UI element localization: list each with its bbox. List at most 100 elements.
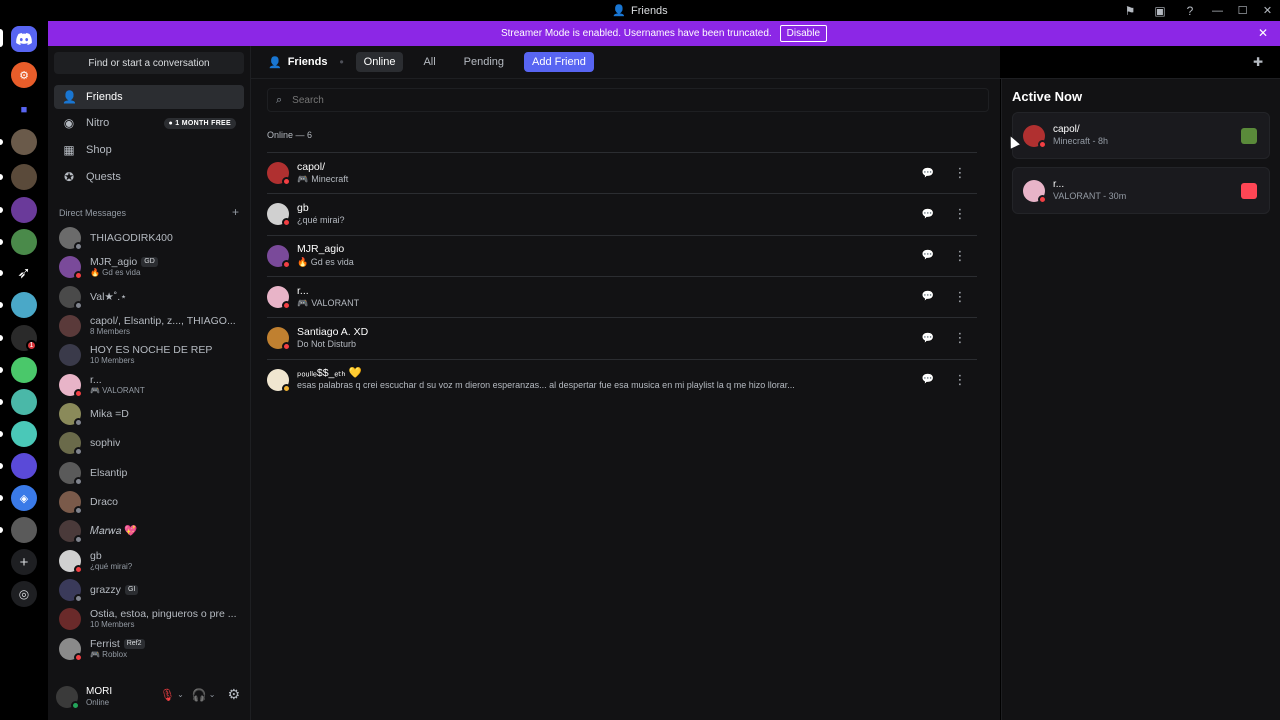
dm-subtitle: 10 Members: [90, 356, 135, 366]
more-options-icon[interactable]: ⋮: [953, 372, 967, 387]
dm-item[interactable]: capol/, Elsantip, z..., THIAGO... 8 Membe…: [54, 313, 244, 339]
server-icon[interactable]: [11, 292, 37, 318]
dm-name: Val★˚.⋆: [90, 290, 127, 303]
maximize-button[interactable]: ☐: [1230, 0, 1255, 21]
server-icon[interactable]: [11, 453, 37, 479]
status-indicator: [74, 301, 83, 310]
dm-item[interactable]: Draco: [54, 489, 244, 515]
server-icon[interactable]: [11, 421, 37, 447]
server-icon[interactable]: [11, 389, 37, 415]
active-now-card[interactable]: r... VALORANT - 30m: [1012, 167, 1270, 214]
help-icon[interactable]: ?: [1175, 0, 1205, 21]
dm-subtitle: ¿qué mirai?: [90, 562, 133, 572]
avatar: [267, 203, 291, 228]
friend-row[interactable]: ₚₒᵤₗₗₑ$$_ₑₜₕ 💛 esas palabras q crei escuc…: [267, 358, 977, 400]
friend-row[interactable]: r... 🎮 VALORANT 💬 ⋮: [267, 275, 977, 317]
disable-button[interactable]: Disable: [779, 25, 828, 42]
friend-row[interactable]: MJR_agio 🔥 Gd es vida 💬 ⋮: [267, 234, 977, 276]
discord-home-icon[interactable]: [11, 26, 37, 52]
clan-tag: Ref2: [123, 639, 145, 650]
more-options-icon[interactable]: ⋮: [953, 248, 967, 263]
dm-name: capol/, Elsantip, z..., THIAGO...: [90, 315, 236, 328]
nav-quests[interactable]: ✪ Quests: [54, 165, 244, 189]
dm-item[interactable]: Ferrist Ref2 🎮 Roblox: [54, 636, 244, 662]
more-options-icon[interactable]: ⋮: [953, 289, 967, 304]
dm-subtitle: 🎮 Roblox: [90, 650, 128, 660]
add-friend-button[interactable]: Add Friend: [524, 52, 594, 72]
dm-item[interactable]: Ostia, estoa, pingueros o pre ... 10 Memb…: [54, 606, 244, 632]
server-icon[interactable]: [11, 517, 37, 543]
headphones-muted-icon: 🎧: [191, 687, 207, 702]
friends-main: 👤 Friends • Online All Pending Add Frien…: [250, 46, 1280, 720]
dm-item[interactable]: r... 🎮 VALORANT: [54, 372, 244, 398]
avatar: [1023, 179, 1047, 204]
friend-row[interactable]: capol/🎮 Minecraft 💬 ⋮: [267, 152, 977, 193]
server-icon[interactable]: [11, 357, 37, 383]
tab-all[interactable]: All: [415, 52, 443, 72]
dm-item[interactable]: THIAGODIRK400: [54, 225, 244, 251]
game-icon: [1241, 183, 1257, 199]
message-icon[interactable]: 💬: [921, 166, 935, 180]
message-icon[interactable]: 💬: [921, 207, 935, 221]
stream-icon[interactable]: ▣: [1145, 0, 1175, 21]
nav-shop[interactable]: ▦ Shop: [54, 138, 244, 162]
more-options-icon[interactable]: ⋮: [953, 165, 967, 180]
avatar[interactable]: [56, 686, 80, 710]
nav-nitro[interactable]: ◉ Nitro ● 1 MONTH FREE: [54, 111, 244, 135]
server-icon[interactable]: ⚙: [11, 62, 37, 88]
dm-item[interactable]: grazzy GI: [54, 577, 244, 603]
message-icon[interactable]: 💬: [921, 290, 935, 304]
dm-item[interactable]: gb ¿qué mirai?: [54, 548, 244, 574]
active-now-card[interactable]: capol/Minecraft - 8h: [1012, 112, 1270, 159]
server-icon[interactable]: [11, 229, 37, 255]
message-icon[interactable]: 💬: [921, 249, 935, 263]
dm-item[interactable]: MJR_agio GD 🔥 Gd es vida: [54, 254, 244, 280]
status-indicator: [282, 259, 291, 269]
deafen-button[interactable]: 🎧 ⌄: [192, 688, 216, 702]
username: MORI: [86, 686, 113, 698]
clan-tag: GD: [141, 257, 158, 268]
more-options-icon[interactable]: ⋮: [953, 330, 967, 345]
create-dm-icon[interactable]: +: [232, 205, 239, 219]
tab-online[interactable]: Online: [355, 52, 404, 72]
find-conversation-input[interactable]: Find or start a conversation: [54, 52, 244, 74]
settings-gear-icon[interactable]: ⚙: [227, 686, 240, 703]
flag-icon[interactable]: ⚑: [1115, 0, 1145, 21]
discover-icon[interactable]: ◎: [11, 581, 37, 607]
tab-pending[interactable]: Pending: [456, 52, 512, 72]
active-name: capol/: [1053, 124, 1080, 136]
active-activity: VALORANT - 30m: [1053, 191, 1127, 202]
message-icon[interactable]: 💬: [921, 331, 935, 345]
dm-name: Mika =D: [90, 407, 129, 420]
mute-button[interactable]: 🎙 ⌄: [160, 688, 184, 702]
server-icon[interactable]: [11, 197, 37, 223]
friend-row[interactable]: Santiago A. XD Do Not Disturb 💬 ⋮: [267, 317, 977, 358]
close-icon[interactable]: ✕: [1258, 26, 1268, 40]
friend-row[interactable]: gb ¿qué mirai? 💬 ⋮: [267, 193, 977, 234]
active-name: r...: [1053, 179, 1065, 191]
dm-item[interactable]: HOY ES NOCHE DE REP 10 Members: [54, 342, 244, 368]
minimize-button[interactable]: —: [1205, 0, 1230, 21]
server-icon[interactable]: ■: [11, 97, 37, 123]
active-now-panel: Active Now capol/Minecraft - 8h r... VALOR…: [1001, 79, 1280, 720]
add-server-icon[interactable]: +: [11, 549, 37, 575]
dm-item[interactable]: Mika =D: [54, 401, 244, 427]
rocket-icon[interactable]: ➶: [11, 260, 37, 286]
dm-name: THIAGODIRK400: [90, 231, 173, 244]
avatar: [267, 285, 291, 310]
server-icon[interactable]: [11, 164, 37, 190]
roblox-server-icon[interactable]: ◈: [11, 485, 37, 511]
search-input[interactable]: [292, 94, 893, 106]
search-icon: ⌕: [276, 93, 283, 106]
dm-item[interactable]: 𝑀𝑎𝑟𝑤𝑎 💖: [54, 518, 244, 544]
server-icon[interactable]: [11, 129, 37, 155]
dm-item[interactable]: Elsantip: [54, 460, 244, 486]
dm-item[interactable]: sophiv: [54, 430, 244, 456]
close-window-button[interactable]: ✕: [1255, 0, 1280, 21]
dm-item[interactable]: Val★˚.⋆: [54, 284, 244, 310]
nav-friends[interactable]: 👤 Friends: [54, 85, 244, 109]
more-options-icon[interactable]: ⋮: [953, 206, 967, 221]
message-icon[interactable]: 💬: [921, 373, 935, 387]
status-indicator: [282, 177, 291, 186]
new-group-dm-icon[interactable]: ✚: [1253, 55, 1263, 69]
